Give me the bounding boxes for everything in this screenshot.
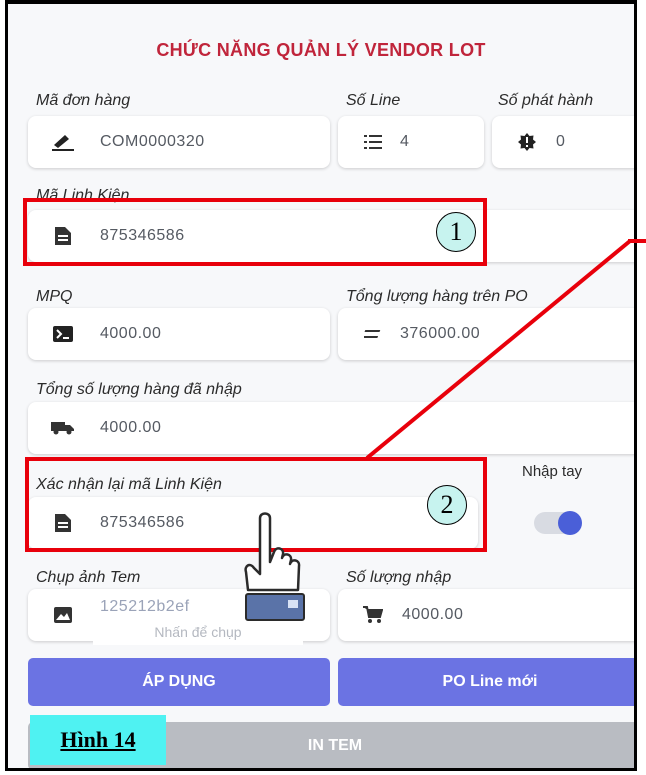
import-qty-field[interactable]: 4000.00 xyxy=(338,589,634,641)
order-code-label: Mã đơn hàng xyxy=(36,92,131,109)
pen-icon xyxy=(50,133,76,151)
cart-icon xyxy=(360,606,386,624)
order-code-value: COM0000320 xyxy=(100,133,205,150)
line-number-label: Số Line xyxy=(346,92,401,109)
mpq-value: 4000.00 xyxy=(100,325,162,342)
label-photo-label: Chụp ảnh Tem xyxy=(36,569,141,586)
label-photo-value: 125212b2ef xyxy=(100,598,190,615)
badge-icon xyxy=(514,133,540,151)
line-number-field[interactable]: 4 xyxy=(338,116,484,168)
imported-total-value: 4000.00 xyxy=(100,419,162,436)
pointing-hand-icon xyxy=(244,512,305,621)
po-total-field[interactable]: 376000.00 xyxy=(338,308,634,360)
equals-icon xyxy=(360,328,386,340)
mpq-label: MPQ xyxy=(36,288,73,305)
marker-2: 2 xyxy=(427,485,467,525)
line-number-value: 4 xyxy=(400,133,410,150)
imported-total-label: Tổng số lượng hàng đã nhập xyxy=(36,381,242,398)
component-code-field[interactable]: 875346586 xyxy=(28,210,634,262)
toggle-knob xyxy=(558,511,582,535)
order-code-field[interactable]: COM0000320 xyxy=(28,116,330,168)
document-icon xyxy=(50,227,76,245)
app-screen: CHỨC NĂNG QUẢN LÝ VENDOR LOT Mã đơn hàng… xyxy=(5,0,637,771)
manual-input-toggle[interactable] xyxy=(534,511,582,535)
mpq-field[interactable]: 4000.00 xyxy=(28,308,330,360)
manual-input-label: Nhập tay xyxy=(522,463,583,480)
list-icon xyxy=(360,134,386,150)
import-qty-label: Số lượng nhập xyxy=(346,569,452,586)
issue-number-label: Số phát hành xyxy=(498,92,594,109)
po-total-label: Tổng lượng hàng trên PO xyxy=(346,288,528,305)
imported-total-field[interactable]: 4000.00 xyxy=(28,402,634,454)
confirm-component-label: Xác nhận lại mã Linh Kiện xyxy=(36,476,222,493)
apply-button[interactable]: ÁP DỤNG xyxy=(28,658,330,706)
issue-number-field[interactable]: 0 xyxy=(492,116,634,168)
marker-1: 1 xyxy=(436,212,476,252)
confirm-component-value: 875346586 xyxy=(100,514,185,531)
image-icon xyxy=(50,607,76,623)
document-icon xyxy=(50,514,76,532)
figure-caption: Hình 14 xyxy=(30,715,166,765)
issue-number-value: 0 xyxy=(556,133,566,150)
page-title: CHỨC NĂNG QUẢN LÝ VENDOR LOT xyxy=(156,40,486,60)
component-code-label: Mã Linh Kiện xyxy=(36,187,130,204)
po-total-value: 376000.00 xyxy=(400,325,481,342)
component-code-value: 875346586 xyxy=(100,227,185,244)
truck-icon xyxy=(50,421,76,435)
terminal-icon xyxy=(50,326,76,342)
import-qty-value: 4000.00 xyxy=(402,606,464,623)
new-po-line-button[interactable]: PO Line mới xyxy=(338,658,634,706)
